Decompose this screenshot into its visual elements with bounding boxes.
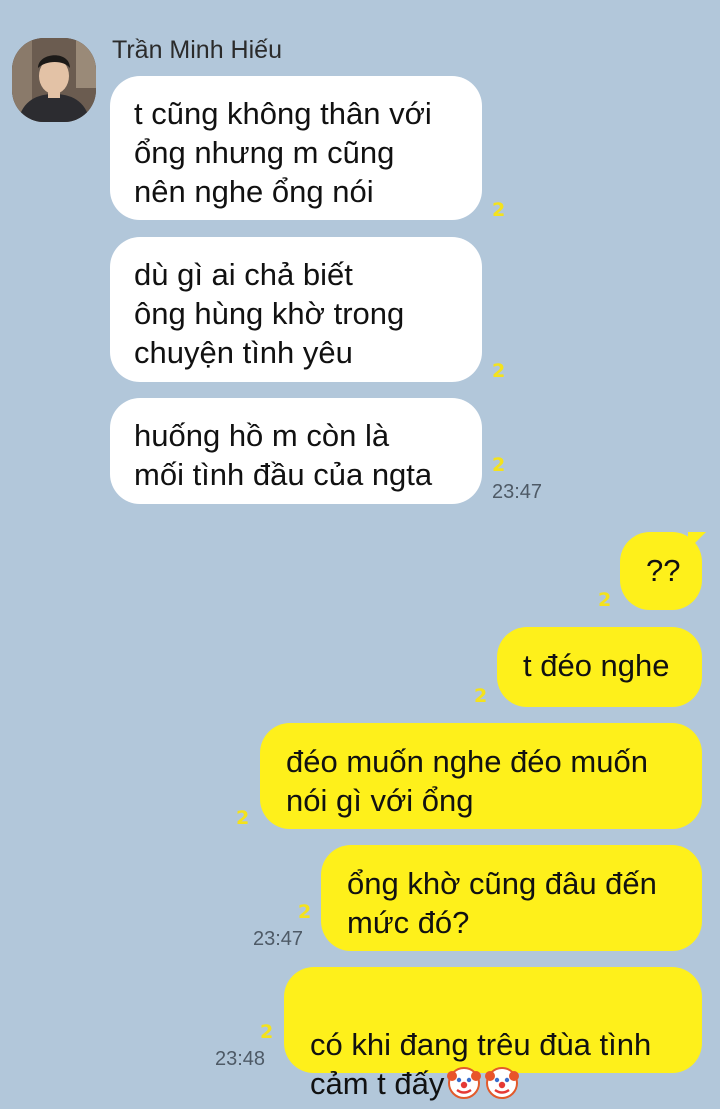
incoming-message-bubble[interactable]: dù gì ai chả biết ông hùng khờ trong chu… <box>110 237 482 382</box>
read-counter: 2 <box>598 589 612 611</box>
read-counter: 2 <box>260 1021 274 1043</box>
contact-avatar[interactable] <box>12 38 96 122</box>
read-counter: 2 <box>298 901 312 923</box>
clown-face-emoji <box>446 1064 482 1100</box>
message-timestamp: 23:47 <box>253 928 304 950</box>
read-counter: 2 <box>236 807 250 829</box>
outgoing-message-bubble[interactable]: đéo muốn nghe đéo muốn nói gì với ổng <box>260 723 702 829</box>
outgoing-message-bubble[interactable]: ổng khờ cũng đâu đến mức đó? <box>321 845 702 951</box>
read-counter: 2 <box>492 454 506 476</box>
outgoing-message-bubble[interactable]: có khi đang trêu đùa tình cảm t đấy <box>284 967 702 1101</box>
read-counter: 2 <box>492 360 506 382</box>
incoming-message-bubble[interactable]: huống hồ m còn là mối tình đầu của ngta <box>110 398 482 504</box>
read-counter: 2 <box>474 685 488 707</box>
contact-name: Trần Minh Hiếu <box>112 36 282 64</box>
message-timestamp: 23:47 <box>492 481 543 503</box>
outgoing-message-bubble[interactable]: t đéo nghe <box>497 627 702 707</box>
clown-face-emoji <box>484 1064 520 1100</box>
incoming-message-bubble[interactable]: t cũng không thân với ổng nhưng m cũng n… <box>110 76 482 220</box>
message-timestamp: 23:48 <box>215 1048 266 1070</box>
read-counter: 2 <box>492 199 506 221</box>
